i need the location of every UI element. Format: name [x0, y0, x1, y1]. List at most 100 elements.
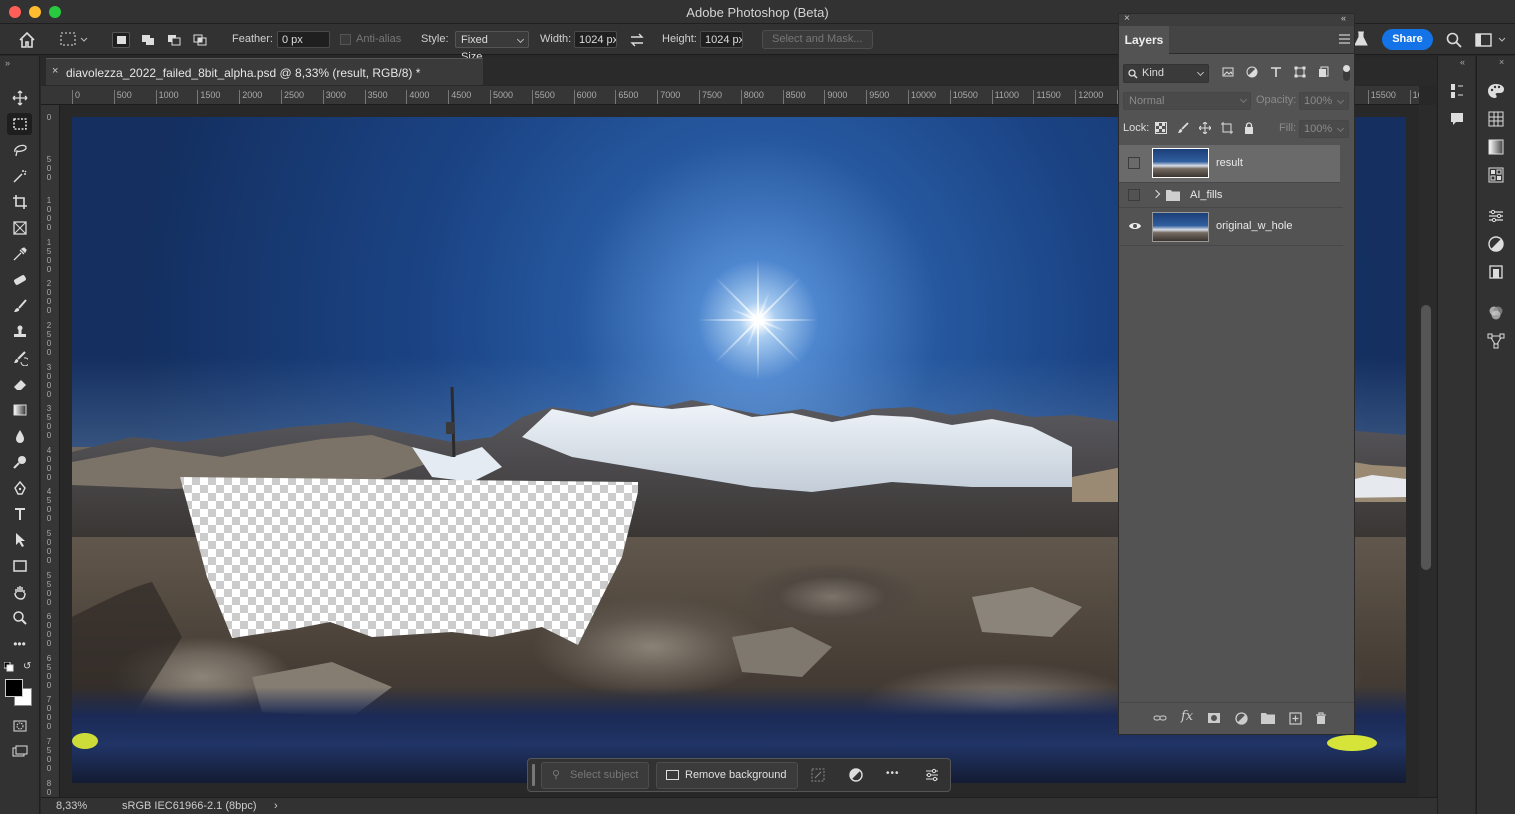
status-menu-arrow[interactable]: ›: [274, 800, 278, 812]
healing-brush-tool-icon[interactable]: [7, 269, 32, 291]
eyedropper-tool-icon[interactable]: [7, 243, 32, 265]
history-brush-tool-icon[interactable]: [7, 347, 32, 369]
pen-tool-icon[interactable]: [7, 477, 32, 499]
swatches-panel-icon[interactable]: [1487, 110, 1505, 128]
new-selection-icon[interactable]: [112, 32, 130, 48]
lasso-tool-icon[interactable]: [7, 139, 32, 161]
layer-effects-icon[interactable]: fx: [1181, 709, 1193, 724]
marquee-preset-icon[interactable]: [60, 32, 90, 48]
quick-mask-icon[interactable]: [7, 715, 32, 737]
tab-layers[interactable]: Layers: [1119, 26, 1169, 54]
style-dropdown[interactable]: Fixed Size: [455, 31, 529, 63]
path-selection-tool-icon[interactable]: [7, 529, 32, 551]
workspace-icon[interactable]: [1474, 32, 1510, 48]
fill-input[interactable]: 100%: [1299, 120, 1349, 138]
type-tool-icon[interactable]: [7, 503, 32, 525]
swap-colors-icon[interactable]: ↺: [23, 661, 31, 672]
clone-stamp-tool-icon[interactable]: [7, 321, 32, 343]
magic-wand-tool-icon[interactable]: [7, 165, 32, 187]
channels-panel-icon[interactable]: [1487, 304, 1505, 322]
move-tool-icon[interactable]: [7, 87, 32, 109]
collapse-toolbox-icon[interactable]: »: [5, 58, 10, 68]
search-icon[interactable]: [1445, 31, 1463, 49]
width-input[interactable]: 1024 px: [574, 31, 617, 48]
visibility-toggle-empty[interactable]: [1128, 157, 1140, 169]
transform-selection-icon[interactable]: [810, 767, 826, 783]
remove-background-button[interactable]: Remove background: [656, 762, 798, 789]
new-group-icon[interactable]: [1261, 712, 1275, 727]
visibility-toggle-empty[interactable]: [1128, 189, 1140, 201]
panel-title-strip[interactable]: × «: [1119, 13, 1354, 26]
close-document-icon[interactable]: ×: [52, 65, 58, 77]
foreground-color-swatch[interactable]: [5, 679, 23, 697]
brush-tool-icon[interactable]: [7, 295, 32, 317]
comments-panel-icon[interactable]: [1448, 110, 1466, 128]
height-input[interactable]: 1024 px: [700, 31, 743, 48]
filter-pixel-icon[interactable]: [1222, 66, 1234, 81]
layer-name[interactable]: AI_fills: [1190, 189, 1222, 201]
add-mask-icon[interactable]: [1207, 712, 1221, 727]
hand-tool-icon[interactable]: [7, 581, 32, 603]
settings-sliders-icon[interactable]: [924, 767, 940, 783]
rectangular-marquee-tool-icon[interactable]: [7, 113, 32, 135]
chevron-right-icon[interactable]: [1151, 189, 1161, 199]
gradient-tool-icon[interactable]: [7, 399, 32, 421]
lock-transparent-icon[interactable]: [1155, 122, 1167, 137]
lock-position-icon[interactable]: [1198, 121, 1212, 137]
lock-all-icon[interactable]: [1243, 122, 1255, 137]
more-tools-icon[interactable]: •••: [7, 633, 32, 655]
filter-kind-dropdown[interactable]: Kind: [1123, 64, 1209, 83]
eye-icon[interactable]: [1128, 221, 1142, 234]
filter-type-icon[interactable]: [1270, 66, 1282, 81]
zoom-level[interactable]: 8,33%: [56, 800, 87, 812]
history-panel-icon[interactable]: [1448, 82, 1466, 100]
filter-smart-object-icon[interactable]: [1318, 66, 1330, 81]
layer-row-ai-fills[interactable]: AI_fills: [1119, 183, 1354, 208]
filter-adjustment-icon[interactable]: [1246, 66, 1258, 81]
paths-panel-icon[interactable]: [1487, 332, 1505, 350]
home-icon[interactable]: [18, 31, 36, 49]
adjustments-panel-icon[interactable]: [1487, 235, 1505, 253]
document-tab[interactable]: × diavolezza_2022_failed_8bit_alpha.psd …: [46, 58, 483, 85]
screen-mode-icon[interactable]: [7, 741, 32, 763]
frame-tool-icon[interactable]: [7, 217, 32, 239]
gradients-panel-icon[interactable]: [1487, 138, 1505, 156]
task-bar-handle[interactable]: [532, 764, 535, 786]
eraser-tool-icon[interactable]: [7, 373, 32, 395]
link-layers-icon[interactable]: [1153, 712, 1167, 727]
antialias-checkbox[interactable]: [340, 34, 351, 45]
more-options-icon[interactable]: •••: [886, 768, 900, 779]
layer-name[interactable]: original_w_hole: [1216, 220, 1292, 232]
properties-panel-icon[interactable]: [1487, 207, 1505, 225]
lock-artboard-icon[interactable]: [1221, 122, 1233, 137]
zoom-tool-icon[interactable]: [7, 607, 32, 629]
layer-thumbnail[interactable]: [1152, 148, 1209, 178]
dodge-tool-icon[interactable]: [7, 451, 32, 473]
layer-name[interactable]: result: [1216, 157, 1243, 169]
new-layer-icon[interactable]: [1289, 712, 1302, 728]
crop-tool-icon[interactable]: [7, 191, 32, 213]
patterns-panel-icon[interactable]: [1487, 166, 1505, 184]
adjustment-icon[interactable]: [848, 767, 864, 783]
filter-shape-icon[interactable]: [1294, 66, 1306, 81]
close-panel-icon[interactable]: ×: [1124, 13, 1130, 24]
select-and-mask-button[interactable]: Select and Mask...: [762, 30, 873, 49]
new-adjustment-layer-icon[interactable]: [1235, 712, 1248, 728]
layer-row-result[interactable]: result: [1119, 145, 1340, 183]
share-button[interactable]: Share: [1382, 29, 1433, 50]
blur-tool-icon[interactable]: [7, 425, 32, 447]
delete-layer-icon[interactable]: [1315, 712, 1327, 728]
layer-thumbnail[interactable]: [1152, 212, 1209, 242]
blend-mode-dropdown[interactable]: Normal: [1123, 92, 1251, 110]
rectangle-tool-icon[interactable]: [7, 555, 32, 577]
opacity-input[interactable]: 100%: [1299, 92, 1349, 110]
panel-scrollbar-track[interactable]: [1343, 145, 1354, 700]
color-panel-icon[interactable]: [1487, 82, 1505, 100]
vertical-scroll-thumb[interactable]: [1421, 305, 1431, 570]
default-colors-icon[interactable]: [3, 661, 14, 672]
layer-row-original-w-hole[interactable]: original_w_hole: [1119, 208, 1354, 246]
collapse-panel-icon[interactable]: «: [1341, 13, 1346, 23]
lock-pixels-icon[interactable]: [1177, 122, 1189, 137]
subtract-selection-icon[interactable]: [165, 32, 183, 48]
select-subject-button[interactable]: ⚲ Select subject: [541, 762, 650, 789]
